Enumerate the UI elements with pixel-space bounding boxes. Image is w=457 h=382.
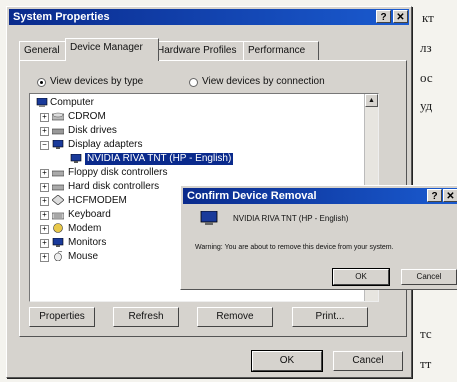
dialog-help-button[interactable]: ? — [427, 189, 442, 202]
view-by-type-radio[interactable] — [37, 78, 46, 87]
monitor-icon — [52, 238, 64, 247]
tree-item-nvidia-riva-tnt[interactable]: NVIDIA RIVA TNT (HP - English) — [85, 153, 234, 165]
keyboard-icon — [52, 212, 64, 220]
scroll-up-button[interactable]: ▲ — [365, 94, 378, 107]
view-by-connection-radio[interactable] — [189, 78, 198, 87]
background-text-4: уд — [420, 98, 433, 113]
title-bar[interactable]: System Properties ? ✕ — [9, 9, 409, 25]
tree-item-display-adapters[interactable]: Display adapters — [68, 139, 142, 151]
dialog-device-name: NVIDIA RIVA TNT (HP - English) — [233, 214, 349, 223]
tree-item-hard-disk-controllers[interactable]: Hard disk controllers — [68, 181, 159, 193]
modem-diamond-icon — [52, 195, 64, 205]
expand-disk-drives[interactable]: + — [40, 127, 49, 136]
cdrom-icon — [52, 112, 64, 121]
tab-general[interactable]: General — [19, 41, 71, 60]
expand-hard-disk-controllers[interactable]: + — [40, 183, 49, 192]
confirm-device-removal-dialog: Confirm Device Removal ? ✕ NVIDIA RIVA T… — [180, 185, 457, 290]
view-by-connection-label[interactable]: View devices by connection — [202, 76, 325, 88]
ok-button[interactable]: OK — [251, 350, 323, 372]
dialog-ok-button[interactable]: OK — [332, 268, 390, 286]
dialog-title: Confirm Device Removal — [187, 190, 317, 202]
background-text-5: тс — [420, 326, 432, 341]
floppy-controller-icon — [52, 170, 64, 177]
dialog-title-bar[interactable]: Confirm Device Removal ? ✕ — [183, 188, 457, 204]
expand-mouse[interactable]: + — [40, 253, 49, 262]
tree-item-modem[interactable]: Modem — [68, 223, 101, 235]
tree-item-keyboard[interactable]: Keyboard — [68, 209, 111, 221]
background-text-1: кт — [422, 10, 434, 25]
background-text-6: тт — [420, 356, 432, 371]
computer-icon — [36, 98, 48, 107]
expand-keyboard[interactable]: + — [40, 211, 49, 220]
tree-root-computer[interactable]: Computer — [50, 97, 94, 109]
dialog-warning-text: Warning: You are about to remove this de… — [195, 244, 394, 251]
dialog-cancel-button[interactable]: Cancel — [401, 269, 457, 285]
tree-item-floppy-controllers[interactable]: Floppy disk controllers — [68, 167, 167, 179]
hard-disk-controller-icon — [52, 184, 64, 191]
help-button[interactable]: ? — [376, 10, 391, 23]
display-adapter-icon — [52, 140, 64, 149]
collapse-display-adapters[interactable]: − — [40, 141, 49, 150]
properties-button[interactable]: Properties — [29, 307, 95, 327]
tree-item-mouse[interactable]: Mouse — [68, 251, 98, 263]
expand-monitors[interactable]: + — [40, 239, 49, 248]
cancel-button[interactable]: Cancel — [333, 351, 403, 371]
expand-hcfmodem[interactable]: + — [40, 197, 49, 206]
monitor-icon — [70, 154, 82, 163]
mouse-icon — [54, 251, 63, 261]
display-device-icon — [200, 211, 218, 225]
tree-item-disk-drives[interactable]: Disk drives — [68, 125, 117, 137]
background-text-3: ос — [420, 70, 433, 85]
window-title: System Properties — [13, 11, 110, 23]
dialog-close-button[interactable]: ✕ — [443, 189, 457, 202]
expand-floppy-controllers[interactable]: + — [40, 169, 49, 178]
expand-cdrom[interactable]: + — [40, 113, 49, 122]
tree-item-cdrom[interactable]: CDROM — [68, 111, 106, 123]
tab-performance[interactable]: Performance — [243, 41, 319, 60]
view-by-type-label[interactable]: View devices by type — [50, 76, 143, 88]
refresh-button[interactable]: Refresh — [113, 307, 179, 327]
expand-modem[interactable]: + — [40, 225, 49, 234]
tab-device-manager[interactable]: Device Manager — [65, 38, 159, 61]
tab-hardware-profiles[interactable]: Hardware Profiles — [152, 41, 248, 60]
background-text-2: лз — [420, 40, 432, 55]
close-button[interactable]: ✕ — [393, 10, 408, 23]
print-button[interactable]: Print... — [292, 307, 368, 327]
modem-icon — [53, 223, 63, 233]
remove-button[interactable]: Remove — [197, 307, 273, 327]
disk-drive-icon — [52, 128, 64, 135]
tree-item-monitors[interactable]: Monitors — [68, 237, 106, 249]
tree-item-hcfmodem[interactable]: HCFMODEM — [68, 195, 127, 207]
